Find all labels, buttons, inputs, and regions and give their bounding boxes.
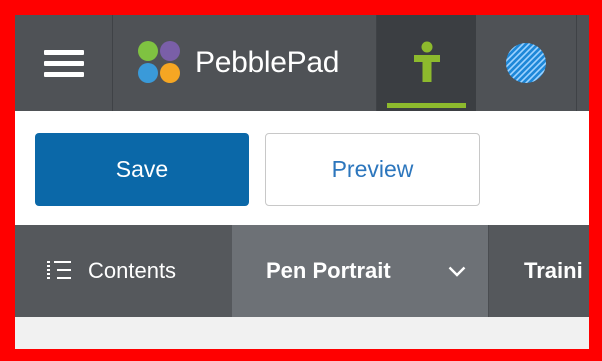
preview-button[interactable]: Preview <box>265 133 480 206</box>
chevron-down-icon[interactable] <box>448 266 466 277</box>
tab-me[interactable] <box>377 15 476 111</box>
top-navigation-bar: PebblePad <box>15 15 589 111</box>
page-content-area <box>15 317 589 349</box>
current-page-label: Pen Portrait <box>266 258 391 283</box>
action-toolbar: Save Preview <box>15 111 589 225</box>
tab-training[interactable]: Traini <box>488 225 589 317</box>
list-icon <box>47 260 71 282</box>
contents-label: Contents <box>88 258 177 283</box>
tab-atlas[interactable] <box>476 15 577 111</box>
menu-button[interactable] <box>15 15 113 111</box>
highlight-frame: PebblePad Save Preview Contents Pen Port… <box>0 0 602 361</box>
active-tab-indicator <box>387 103 466 108</box>
pebblepad-logo-icon <box>138 41 182 85</box>
next-page-label: Traini <box>524 258 583 283</box>
person-icon <box>413 41 440 82</box>
app-window: PebblePad Save Preview Contents Pen Port… <box>15 15 589 349</box>
page-navigation-bar: Contents Pen Portrait Traini <box>15 225 589 317</box>
contents-button[interactable]: Contents <box>15 225 232 317</box>
tab-pen-portrait[interactable]: Pen Portrait <box>232 225 488 317</box>
brand-name: PebblePad <box>195 46 340 79</box>
hamburger-menu-icon <box>43 47 84 79</box>
globe-icon <box>506 43 546 83</box>
brand-logo-area[interactable]: PebblePad <box>113 15 377 111</box>
save-button[interactable]: Save <box>35 133 249 206</box>
